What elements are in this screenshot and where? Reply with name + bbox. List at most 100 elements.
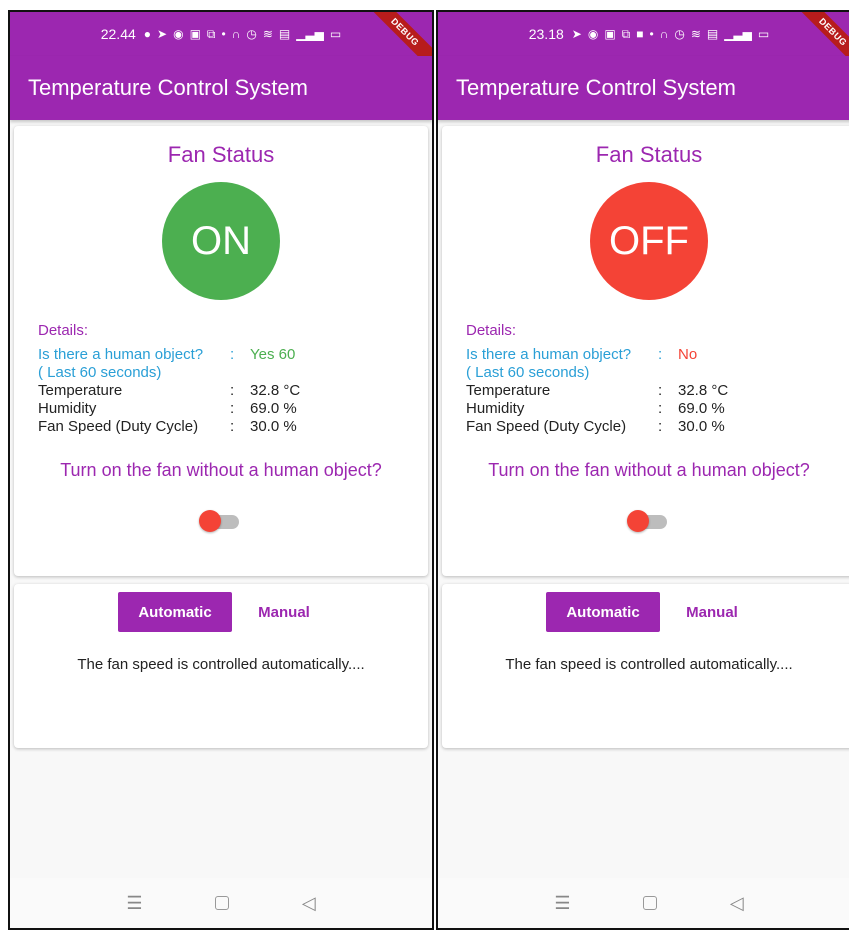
mode-selector: Automatic Manual [14,592,428,632]
location-icon: ◉ [173,27,184,41]
humidity-value: 69.0 % [250,400,297,417]
human-window-label: ( Last 60 seconds) [466,364,590,381]
separator: : [658,400,663,417]
toggle-thumb [627,510,649,532]
separator: : [230,382,235,399]
separator: : [230,418,235,435]
system-nav-bar: ☰ ◁ [10,878,432,928]
home-icon[interactable] [643,896,658,910]
phone-screen-right: 23.18 ➤ ◉ ▣ ⧉ ■ • ∩ ◷ ≋ ▤ ▁▃▅ ▭ DEBUG Te… [436,10,849,930]
fan-speed-row: Fan Speed (Duty Cycle) : 30.0 % [38,418,412,436]
menu-icon[interactable]: ☰ [554,893,570,914]
status-time: 23.18 [528,26,564,42]
separator: : [230,346,235,363]
fan-speed-label: Fan Speed (Duty Cycle) [466,418,627,435]
temperature-value: 32.8 °C [250,382,301,399]
battery-icon: ▭ [329,27,342,41]
humidity-row: Humidity : 69.0 % [38,400,412,418]
fan-state-label: ON [191,218,251,263]
humidity-label: Humidity [466,400,525,417]
human-window-label: ( Last 60 seconds) [38,364,162,381]
fan-status-indicator: ON [162,182,280,300]
telegram-icon: ➤ [157,27,168,41]
menu-icon[interactable]: ☰ [126,893,142,914]
status-icons: ➤ ◉ ▣ ⧉ ■ • ∩ ◷ ≋ ▤ ▁▃▅ ▭ [572,27,769,42]
location-icon: ◉ [587,27,599,41]
details-section: Details: Is there a human object? : Yes … [38,322,412,436]
automatic-button[interactable]: Automatic [546,592,660,632]
app-icon: ▣ [604,27,616,41]
mode-description: The fan speed is controlled automaticall… [77,656,365,673]
temperature-row: Temperature : 32.8 °C [466,382,840,400]
signal-icon: ▁▃▅ [296,27,324,41]
fan-status-card: Fan Status ON Details: Is there a human … [14,126,428,576]
app-bar: Temperature Control System [10,56,432,120]
fan-speed-value: 30.0 % [678,418,725,435]
back-icon[interactable]: ◁ [730,893,744,914]
fan-status-title: Fan Status [595,142,703,167]
temperature-value: 32.8 °C [678,382,729,399]
vibrate-icon: ≋ [262,27,273,41]
separator: : [658,382,663,399]
volte-icon: ▤ [278,27,291,41]
fan-speed-value: 30.0 % [250,418,297,435]
fan-speed-label: Fan Speed (Duty Cycle) [38,418,199,435]
human-answer: No [678,346,698,363]
back-icon[interactable]: ◁ [302,893,316,914]
fan-status-card: Fan Status OFF Details: Is there a human… [442,126,849,576]
manual-button[interactable]: Manual [672,592,752,632]
fan-state-label: OFF [609,218,689,263]
telegram-icon: ➤ [571,27,582,41]
mode-card: Automatic Manual The fan speed is contro… [442,584,849,748]
temperature-row: Temperature : 32.8 °C [38,382,412,400]
app-icon: ▣ [189,27,201,41]
humidity-value: 69.0 % [678,400,725,417]
separator: : [658,346,663,363]
toggle-thumb [199,510,221,532]
app-title: Temperature Control System [456,75,736,100]
human-question: Is there a human object? [466,346,632,363]
humidity-row: Humidity : 69.0 % [466,400,840,418]
mode-selector: Automatic Manual [442,592,849,632]
separator: : [230,400,235,417]
headset-icon: ∩ [231,27,241,41]
mode-description: The fan speed is controlled automaticall… [505,656,793,673]
video-icon: ■ [636,27,644,41]
status-bar: 22.44 ● ➤ ◉ ▣ ⧉ • ∩ ◷ ≋ ▤ ▁▃▅ ▭ DEBUG [10,12,432,77]
cast-icon: ⧉ [621,26,631,41]
human-answer: Yes 60 [250,346,296,363]
battery-icon: ▭ [757,27,770,41]
status-time: 22.44 [100,26,136,42]
mode-card: Automatic Manual The fan speed is contro… [14,584,428,748]
temperature-label: Temperature [38,382,123,399]
system-nav-bar: ☰ ◁ [438,878,849,928]
dot-icon: • [649,27,654,41]
headset-icon: ∩ [659,27,669,41]
no-human-fan-toggle[interactable] [199,510,243,532]
toggle-question: Turn on the fan without a human object? [60,460,382,480]
app-bar: Temperature Control System [438,56,849,120]
details-label: Details: [38,322,89,339]
cast-icon: ⧉ [206,26,216,41]
manual-button[interactable]: Manual [244,592,324,632]
dot-icon: • [221,27,226,41]
status-bar: 23.18 ➤ ◉ ▣ ⧉ ■ • ∩ ◷ ≋ ▤ ▁▃▅ ▭ DEBUG [438,12,849,77]
separator: : [658,418,663,435]
alarm-icon: ◷ [674,27,685,41]
volte-icon: ▤ [706,27,719,41]
details-label: Details: [466,322,517,339]
automatic-button[interactable]: Automatic [118,592,232,632]
fan-status-title: Fan Status [167,142,275,167]
human-question: Is there a human object? [38,346,204,363]
app-title: Temperature Control System [28,75,308,100]
human-detection-row: Is there a human object? : Yes 60 [38,346,412,364]
details-section: Details: Is there a human object? : No (… [466,322,840,436]
whatsapp-icon: ● [143,27,152,41]
status-icons: ● ➤ ◉ ▣ ⧉ • ∩ ◷ ≋ ▤ ▁▃▅ ▭ [144,27,341,42]
phone-screen-left: 22.44 ● ➤ ◉ ▣ ⧉ • ∩ ◷ ≋ ▤ ▁▃▅ ▭ DEBUG Te… [8,10,434,930]
home-icon[interactable] [215,896,230,910]
humidity-label: Humidity [38,400,97,417]
vibrate-icon: ≋ [690,27,701,41]
fan-status-indicator: OFF [590,182,708,300]
no-human-fan-toggle[interactable] [627,510,671,532]
